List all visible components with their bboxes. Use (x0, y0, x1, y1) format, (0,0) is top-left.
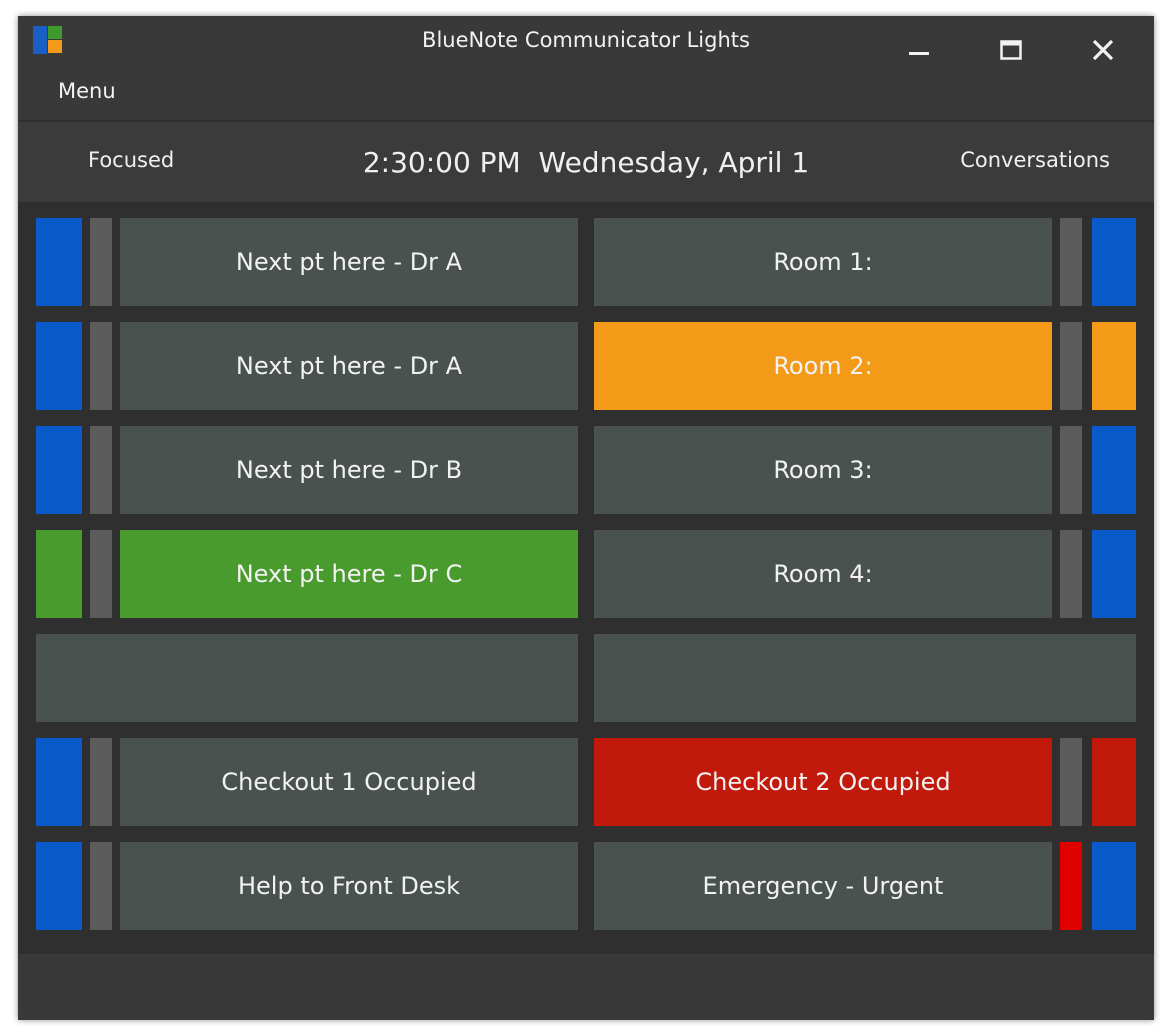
title-bar[interactable]: BlueNote Communicator Lights Menu (18, 16, 1154, 120)
right-light-button[interactable]: Checkout 2 Occupied (594, 738, 1052, 826)
close-icon (1092, 39, 1114, 61)
right-light-button[interactable]: Room 2: (594, 322, 1052, 410)
left-light-button[interactable]: Next pt here - Dr A (120, 218, 578, 306)
left-inner-indicator (90, 530, 112, 618)
right-outer-indicator (1092, 322, 1136, 410)
close-button[interactable] (1058, 16, 1148, 84)
left-inner-indicator (90, 218, 112, 306)
status-footer (18, 954, 1154, 1020)
maximize-icon (1000, 40, 1022, 60)
right-outer-indicator (1092, 842, 1136, 930)
left-light-button[interactable]: Next pt here - Dr C (120, 530, 578, 618)
left-outer-indicator (36, 218, 82, 306)
light-label: Room 3: (773, 456, 873, 484)
left-light-button[interactable]: Help to Front Desk (120, 842, 578, 930)
left-outer-indicator (36, 530, 82, 618)
right-light-button[interactable]: Emergency - Urgent (594, 842, 1052, 930)
right-outer-indicator (1092, 426, 1136, 514)
right-inner-indicator (1060, 322, 1082, 410)
right-inner-indicator (1060, 842, 1082, 930)
light-label: Next pt here - Dr B (235, 456, 463, 484)
light-label: Room 1: (773, 248, 873, 276)
right-light-button[interactable]: Room 4: (594, 530, 1052, 618)
light-label: Next pt here - Dr A (235, 248, 463, 276)
clock-date: Wednesday, April 1 (538, 146, 810, 179)
right-inner-indicator (1060, 426, 1082, 514)
light-label: Next pt here - Dr C (235, 560, 463, 588)
left-light-button[interactable] (36, 634, 578, 722)
right-light-button[interactable]: Room 1: (594, 218, 1052, 306)
left-inner-indicator (90, 322, 112, 410)
status-header: Focused 2:30:00 PM Wednesday, April 1 Co… (18, 122, 1154, 202)
left-outer-indicator (36, 426, 82, 514)
right-outer-indicator (1092, 738, 1136, 826)
right-inner-indicator (1060, 218, 1082, 306)
minimize-icon (909, 52, 929, 55)
left-light-button[interactable]: Next pt here - Dr A (120, 322, 578, 410)
left-light-button[interactable]: Checkout 1 Occupied (120, 738, 578, 826)
right-outer-indicator (1092, 530, 1136, 618)
left-inner-indicator (90, 842, 112, 930)
right-light-button[interactable]: Room 3: (594, 426, 1052, 514)
app-window: BlueNote Communicator Lights Menu Focuse… (18, 16, 1154, 1020)
light-label: Next pt here - Dr A (235, 352, 463, 380)
clock-time: 2:30:00 PM (362, 146, 521, 179)
light-label: Emergency - Urgent (702, 872, 944, 900)
left-outer-indicator (36, 842, 82, 930)
right-light-button[interactable] (594, 634, 1136, 722)
left-light-button[interactable]: Next pt here - Dr B (120, 426, 578, 514)
maximize-button[interactable] (966, 16, 1056, 84)
light-label: Room 2: (773, 352, 873, 380)
light-label: Help to Front Desk (237, 872, 461, 900)
right-inner-indicator (1060, 530, 1082, 618)
light-label: Room 4: (773, 560, 873, 588)
left-outer-indicator (36, 322, 82, 410)
menu-button[interactable]: Menu (58, 79, 116, 103)
light-label: Checkout 2 Occupied (695, 768, 951, 796)
light-label: Checkout 1 Occupied (221, 768, 477, 796)
right-inner-indicator (1060, 738, 1082, 826)
left-inner-indicator (90, 426, 112, 514)
left-inner-indicator (90, 738, 112, 826)
conversations-button[interactable]: Conversations (960, 148, 1110, 172)
right-outer-indicator (1092, 218, 1136, 306)
left-outer-indicator (36, 738, 82, 826)
minimize-button[interactable] (874, 16, 964, 84)
